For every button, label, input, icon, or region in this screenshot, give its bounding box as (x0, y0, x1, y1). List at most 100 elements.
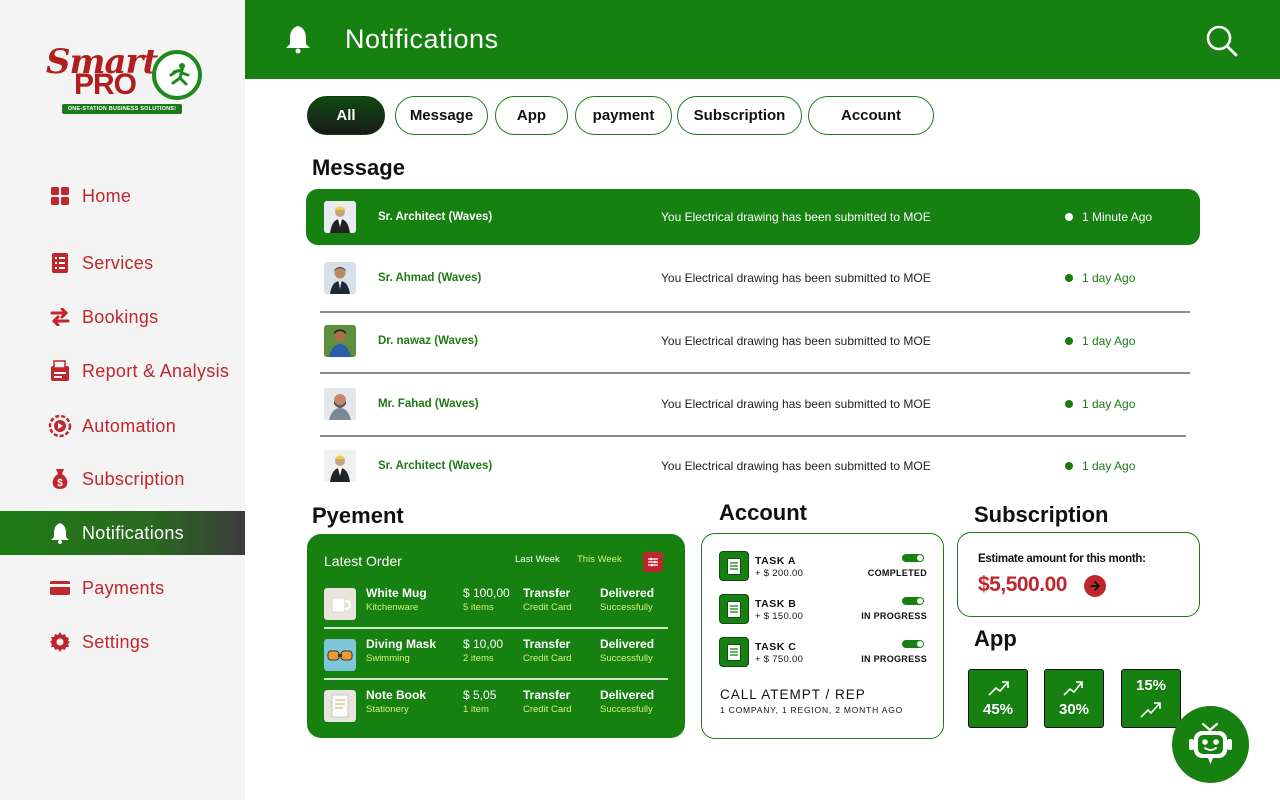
row-divider (320, 435, 1186, 437)
order-method: Transfer (523, 688, 571, 702)
order-status: Delivered (600, 688, 655, 702)
bell-icon (48, 521, 72, 545)
svg-text:$: $ (57, 478, 63, 489)
bookings-arrows-icon (48, 305, 72, 329)
order-quantity: 1 item (463, 704, 489, 715)
sidebar-item-subscription[interactable]: $ Subscription (0, 457, 245, 501)
tab-app[interactable]: App (495, 96, 568, 135)
app-stat-value: 30% (1058, 701, 1090, 718)
page-title: Notifications (345, 24, 499, 54)
mug-thumbnail (324, 588, 356, 620)
task-toggle[interactable] (902, 597, 924, 605)
sidebar-item-services[interactable]: Services (0, 241, 245, 285)
filter-settings-button[interactable] (643, 552, 663, 572)
message-sender: Sr. Ahmad (Waves) (378, 272, 482, 284)
order-item-name: White Mug (366, 586, 427, 600)
logo-runner-icon (152, 50, 202, 100)
sidebar-item-settings[interactable]: Settings (0, 620, 245, 664)
message-row[interactable]: Mr. Fahad (Waves) You Electrical drawing… (306, 376, 1200, 432)
order-method-detail: Credit Card (523, 653, 572, 664)
tab-message[interactable]: Message (395, 96, 488, 135)
search-icon[interactable] (1205, 24, 1239, 58)
report-icon (48, 359, 72, 383)
latest-order-card: Latest Order Last Week This Week White M… (307, 534, 685, 738)
message-text: You Electrical drawing has been submitte… (661, 271, 931, 285)
chatbot-button[interactable] (1172, 706, 1249, 783)
app-stat-card[interactable]: 45% (968, 669, 1028, 728)
sidebar-item-label: Report & Analysis (82, 360, 230, 381)
sidebar-item-label: Settings (82, 631, 150, 652)
message-time: 1 day Ago (1082, 271, 1136, 285)
order-amount: $ 10,00 (463, 637, 504, 651)
tab-account[interactable]: Account (808, 96, 934, 135)
automation-icon (48, 414, 72, 438)
order-method: Transfer (523, 586, 571, 600)
sidebar-item-automation[interactable]: Automation (0, 404, 245, 448)
avatar (324, 262, 356, 294)
sidebar-item-label: Payments (82, 577, 165, 598)
sidebar-item-label: Subscription (82, 468, 185, 489)
message-text: You Electrical drawing has been submitte… (661, 334, 931, 348)
order-row[interactable]: Diving Mask Swimming $ 10,00 2 items Tra… (324, 637, 668, 681)
message-time: 1 day Ago (1082, 334, 1136, 348)
arrow-right-icon (1090, 581, 1101, 591)
app-stat-card[interactable]: 30% (1044, 669, 1104, 728)
tab-payment[interactable]: payment (575, 96, 672, 135)
call-attempt-detail: 1 COMPANY, 1 REGION, 2 MONTH AGO (720, 705, 904, 715)
gear-icon (48, 630, 72, 654)
arrow-right-button[interactable] (1084, 575, 1106, 597)
message-time: 1 Minute Ago (1082, 210, 1153, 224)
message-row[interactable]: Sr. Architect (Waves) You Electrical dra… (306, 438, 1200, 494)
order-method: Transfer (523, 637, 571, 651)
order-item-category: Kitchenware (366, 602, 419, 613)
sidebar-item-report[interactable]: Report & Analysis (0, 349, 245, 393)
task-toggle[interactable] (902, 554, 924, 562)
sliders-icon (648, 557, 658, 567)
logo-pro: PRO (74, 68, 137, 101)
sidebar-item-label: Services (82, 252, 154, 273)
filter-this-week[interactable]: This Week (577, 554, 622, 565)
task-row[interactable]: TASK C + $ 750.00 IN PROGRESS (719, 637, 929, 669)
task-toggle[interactable] (902, 640, 924, 648)
estimate-label: Estimate amount for this month: (978, 553, 1146, 565)
order-row[interactable]: Note Book Stationery $ 5,05 1 item Trans… (324, 688, 668, 732)
account-card: TASK A + $ 200.00 COMPLETED TASK B + $ 1… (701, 533, 944, 739)
order-status-detail: Successfully (600, 653, 653, 664)
subscription-card: Estimate amount for this month: $5,500.0… (957, 532, 1200, 617)
sidebar-item-bookings[interactable]: Bookings (0, 295, 245, 339)
logo-tagline: ONE-STATION BUSINESS SOLUTIONS! (62, 104, 182, 114)
sidebar-item-home[interactable]: Home (0, 174, 245, 218)
header-bar: Notifications (245, 0, 1280, 79)
filter-last-week[interactable]: Last Week (515, 554, 560, 565)
latest-order-title: Latest Order (324, 553, 402, 569)
message-time: 1 day Ago (1082, 459, 1136, 473)
row-divider (320, 372, 1190, 374)
sidebar-item-notifications[interactable]: Notifications (0, 511, 245, 555)
message-row[interactable]: Sr. Architect (Waves) You Electrical dra… (306, 189, 1200, 245)
tab-all[interactable]: All (307, 96, 385, 135)
app-stat-value: 15% (1135, 677, 1167, 694)
robot-icon (1189, 722, 1232, 764)
sidebar-item-payments[interactable]: Payments (0, 566, 245, 610)
message-text: You Electrical drawing has been submitte… (661, 397, 931, 411)
clock-icon (1065, 274, 1073, 282)
account-section-title: Account (719, 500, 807, 525)
order-method-detail: Credit Card (523, 704, 572, 715)
clock-icon (1065, 213, 1073, 221)
clock-icon (1065, 400, 1073, 408)
order-row[interactable]: White Mug Kitchenware $ 100,00 5 items T… (324, 586, 668, 630)
home-grid-icon (48, 184, 72, 208)
order-status-detail: Successfully (600, 704, 653, 715)
message-row[interactable]: Dr. nawaz (Waves) You Electrical drawing… (306, 313, 1200, 369)
task-name: TASK B (755, 598, 797, 610)
brand-logo[interactable]: Smart PRO ONE-STATION BUSINESS SOLUTIONS… (44, 42, 208, 118)
tab-subscription[interactable]: Subscription (677, 96, 802, 135)
task-row[interactable]: TASK A + $ 200.00 COMPLETED (719, 551, 929, 583)
order-status: Delivered (600, 637, 655, 651)
avatar (324, 388, 356, 420)
task-status: COMPLETED (867, 568, 927, 578)
task-row[interactable]: TASK B + $ 150.00 IN PROGRESS (719, 594, 929, 626)
message-row[interactable]: Sr. Ahmad (Waves) You Electrical drawing… (306, 250, 1200, 306)
message-sender: Dr. nawaz (Waves) (378, 335, 478, 347)
estimate-amount: $5,500.00 (978, 573, 1067, 596)
